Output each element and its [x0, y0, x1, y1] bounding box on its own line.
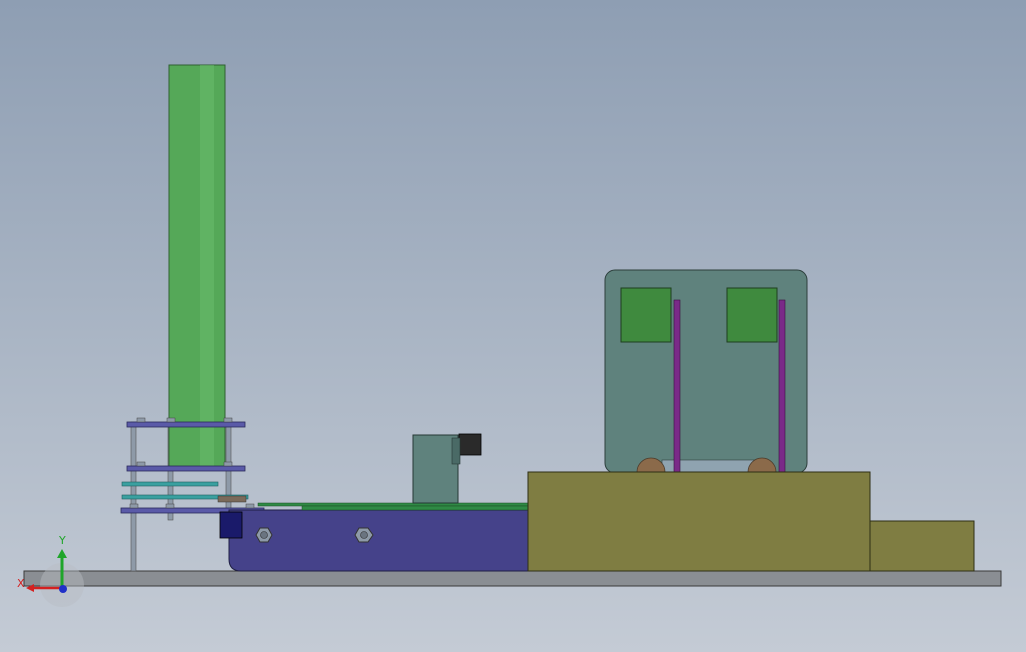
triad-y-arrow [57, 549, 67, 558]
hex-bolt-right-center [360, 531, 368, 539]
cad-viewport[interactable]: X Y [0, 0, 1026, 652]
hopper-window-right[interactable] [726, 287, 778, 343]
green-rail-right[interactable] [301, 505, 530, 511]
nut [136, 461, 146, 467]
hopper-window-left[interactable] [620, 287, 672, 343]
triad-y-label: Y [59, 534, 66, 547]
sensor-bracket[interactable] [412, 434, 459, 504]
cyan-plate-upper[interactable] [121, 481, 219, 487]
vertical-tube-highlight [200, 65, 214, 468]
nut [223, 461, 233, 467]
green-rail-left[interactable] [257, 502, 530, 507]
sensor-head[interactable] [458, 433, 482, 456]
nut [166, 417, 176, 423]
assembly-drawing[interactable] [0, 0, 1026, 652]
top-plate[interactable] [126, 421, 246, 428]
nut [129, 503, 139, 509]
sensor-mount [451, 437, 461, 465]
motor[interactable] [219, 511, 243, 539]
upper-plate[interactable] [126, 465, 246, 472]
main-olive-block[interactable] [527, 471, 871, 572]
base-plate[interactable] [23, 570, 1002, 587]
guide-rod-left[interactable] [673, 299, 681, 473]
nut [223, 417, 233, 423]
motor-cap [217, 495, 247, 503]
guide-rod-right[interactable] [778, 299, 786, 473]
side-olive-block[interactable] [869, 520, 975, 572]
triad-x-label: X [17, 577, 25, 590]
nut [165, 503, 175, 509]
conveyor-housing[interactable] [228, 509, 530, 572]
nut [136, 417, 146, 423]
nut [245, 503, 255, 509]
hex-bolt-left-center [260, 531, 268, 539]
triad-origin [59, 585, 67, 593]
vertical-tube[interactable] [168, 64, 226, 469]
